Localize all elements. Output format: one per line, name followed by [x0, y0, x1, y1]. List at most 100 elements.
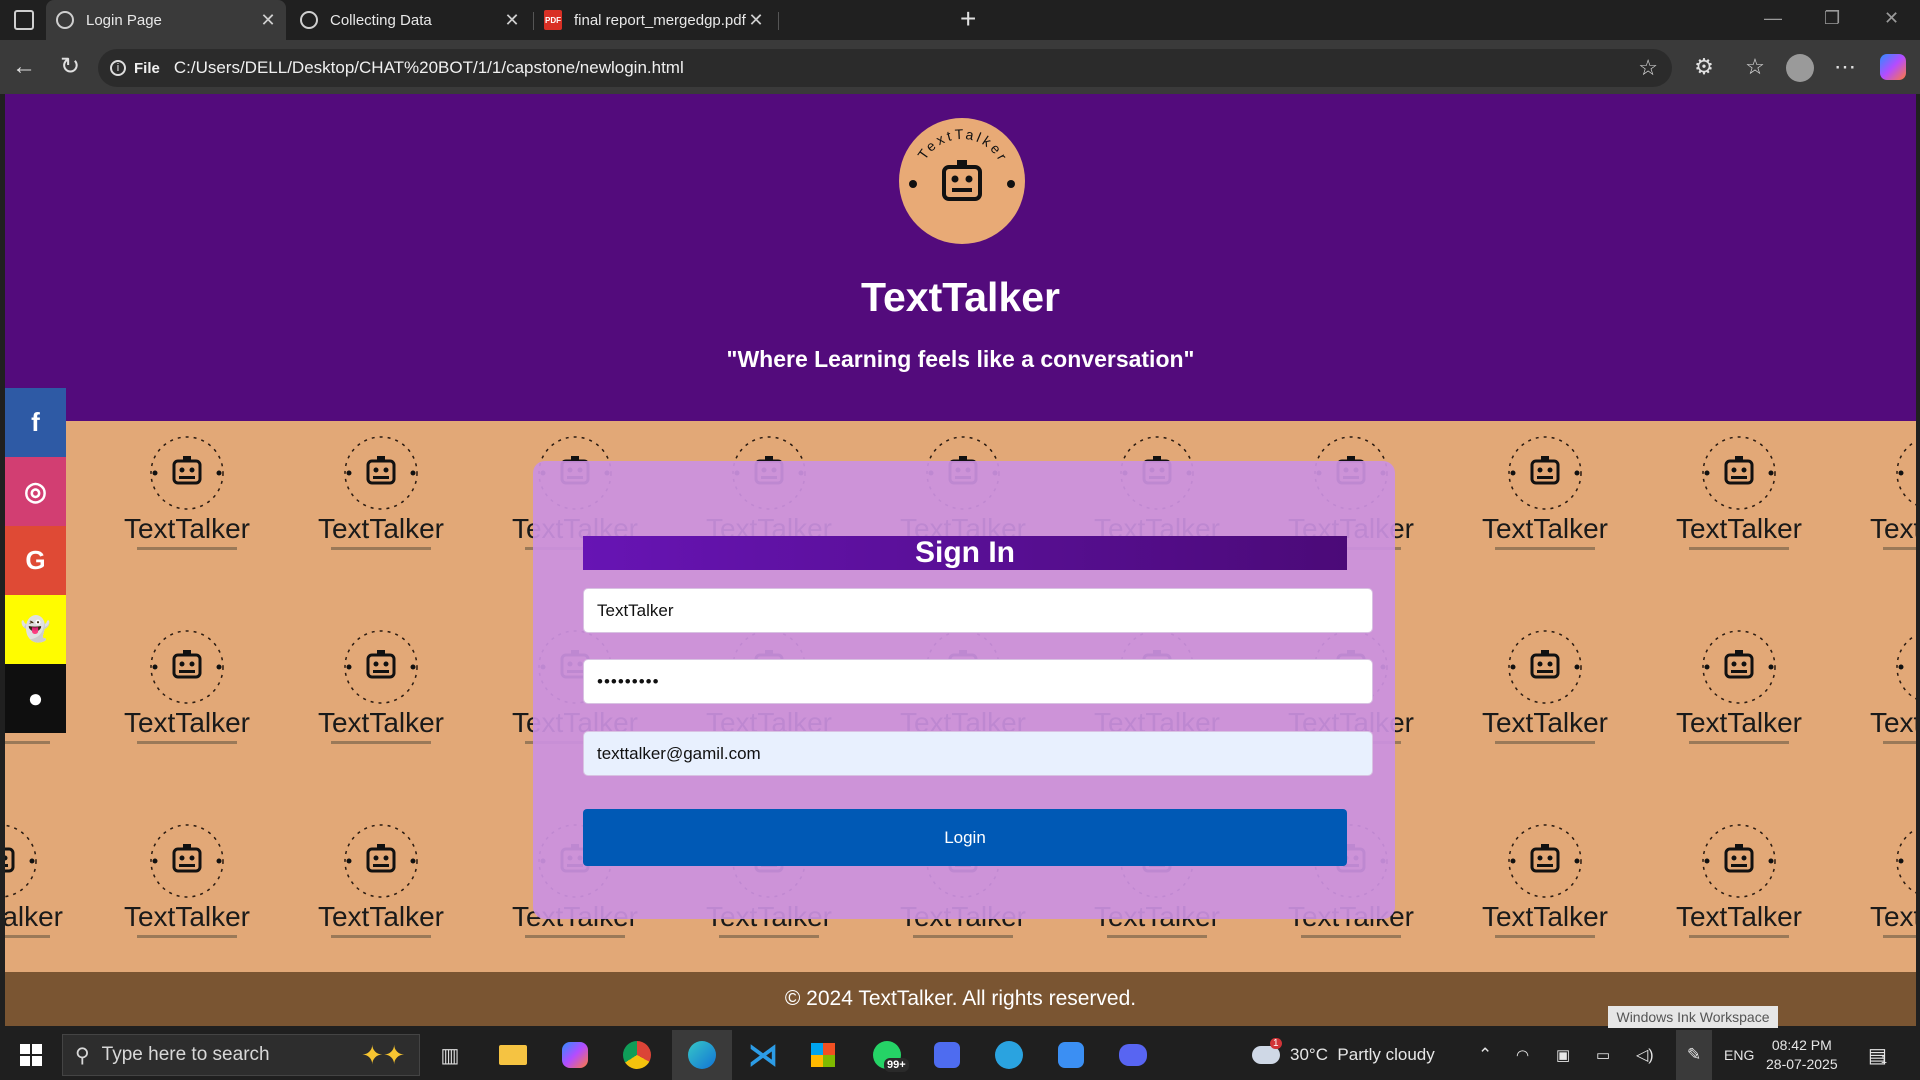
- pattern-subline: [1495, 741, 1595, 744]
- pattern-tile: TextTalker: [1649, 821, 1829, 972]
- robot-logo-icon: [150, 824, 224, 898]
- info-icon[interactable]: i: [110, 60, 126, 76]
- clock[interactable]: 08:42 PM 28-07-2025: [1766, 1030, 1838, 1080]
- language-indicator[interactable]: ENG: [1724, 1030, 1754, 1080]
- instagram-button[interactable]: ◎: [5, 457, 66, 526]
- tagline: "Where Learning feels like a conversatio…: [726, 346, 1195, 372]
- restore-icon[interactable]: ❐: [1824, 8, 1840, 29]
- file-explorer-button[interactable]: [490, 1030, 536, 1080]
- copilot-app-button[interactable]: [552, 1030, 598, 1080]
- vscode-button[interactable]: ⋊: [740, 1030, 786, 1080]
- pattern-subline: [1883, 935, 1916, 938]
- chrome-button[interactable]: [614, 1030, 660, 1080]
- extensions-icon[interactable]: ⚙: [1689, 54, 1719, 80]
- robot-logo-icon: [1702, 630, 1776, 704]
- pattern-subline: [137, 935, 237, 938]
- tab-login-page[interactable]: Login Page ✕: [46, 0, 286, 40]
- pattern-subline: [525, 935, 625, 938]
- snapchat-button[interactable]: 👻: [5, 595, 66, 664]
- sync-app-button[interactable]: [1048, 1030, 1094, 1080]
- google-icon: G: [25, 545, 46, 575]
- notifications-button[interactable]: ▤ 1: [1868, 1030, 1887, 1080]
- edge-icon: [688, 1041, 716, 1069]
- pattern-subline: [331, 935, 431, 938]
- facebook-icon: f: [31, 407, 40, 437]
- email-field[interactable]: texttalker@gamil.com: [583, 731, 1373, 776]
- copilot-icon[interactable]: [1880, 54, 1906, 80]
- search-highlight-icon: ✦✦: [361, 1039, 405, 1070]
- battery-icon[interactable]: ▭: [1596, 1030, 1610, 1080]
- pattern-label: TextTalker: [317, 707, 445, 738]
- pattern-subline: [1301, 935, 1401, 938]
- pen-workspace-icon[interactable]: ✎: [1676, 1030, 1712, 1080]
- pattern-label: TextTalker: [1481, 513, 1609, 544]
- url-text[interactable]: C:/Users/DELL/Desktop/CHAT%20BOT/1/1/cap…: [174, 58, 684, 78]
- window-close-icon[interactable]: ✕: [1884, 8, 1899, 29]
- robot-logo-icon: [1896, 634, 1916, 700]
- minimize-icon[interactable]: —: [1764, 8, 1782, 29]
- tab-final-report-pdf[interactable]: PDF final report_mergedgp.pdf ✕: [534, 0, 774, 40]
- taskbar-search-box[interactable]: ⚲ Type here to search ✦✦: [62, 1034, 420, 1076]
- robot-logo-icon: [1508, 824, 1582, 898]
- discord-icon: [1119, 1044, 1147, 1066]
- favorite-star-icon[interactable]: ☆: [1638, 55, 1658, 81]
- weather-widget[interactable]: 1 30°C Partly cloudy: [1252, 1030, 1435, 1080]
- google-button[interactable]: G: [5, 526, 66, 595]
- pattern-label: TextTalker: [1675, 901, 1803, 932]
- close-tab-icon[interactable]: ✕: [258, 10, 278, 31]
- username-field[interactable]: TextTalker: [583, 588, 1373, 633]
- telegram-button[interactable]: [986, 1030, 1032, 1080]
- pattern-label: TextTalker: [317, 513, 445, 544]
- facebook-button[interactable]: f: [5, 388, 66, 457]
- tab-collecting-data[interactable]: Collecting Data ✕: [290, 0, 530, 40]
- search-icon: ⚲: [75, 1044, 90, 1067]
- pattern-tile: TextTalker: [1649, 433, 1829, 593]
- pattern-label: TextTalker: [123, 901, 251, 932]
- task-view-button[interactable]: ▥: [430, 1030, 470, 1080]
- password-field[interactable]: •••••••••: [583, 659, 1373, 704]
- show-hidden-icons[interactable]: ⌃: [1478, 1030, 1492, 1080]
- weather-text: 30°C Partly cloudy: [1290, 1045, 1435, 1064]
- pattern-label: TextTalker: [123, 513, 251, 544]
- edge-button[interactable]: [672, 1030, 732, 1080]
- pattern-label: TextTalker: [1481, 707, 1609, 738]
- url-scheme: File: [134, 59, 160, 77]
- start-button[interactable]: [10, 1030, 52, 1080]
- favorites-icon[interactable]: ☆: [1740, 54, 1770, 80]
- tab-divider: [778, 12, 779, 30]
- snapchat-icon: 👻: [20, 616, 51, 643]
- store-button[interactable]: [800, 1030, 846, 1080]
- tab-actions-icon[interactable]: [14, 10, 34, 30]
- pattern-subline: [331, 547, 431, 550]
- whatsapp-button[interactable]: 99+: [862, 1030, 912, 1080]
- address-bar[interactable]: i File C:/Users/DELL/Desktop/CHAT%20BOT/…: [98, 49, 1672, 87]
- new-tab-button[interactable]: +: [960, 3, 976, 35]
- whatsapp-badge: 99+: [884, 1058, 909, 1072]
- more-options-icon[interactable]: ⋯: [1830, 54, 1860, 80]
- pattern-tile: TextTalker: [5, 821, 90, 972]
- github-button[interactable]: ●: [5, 664, 66, 733]
- teams-button[interactable]: [924, 1030, 970, 1080]
- reload-icon[interactable]: ↻: [54, 52, 86, 82]
- back-arrow-icon[interactable]: ←: [8, 52, 40, 82]
- close-tab-icon[interactable]: ✕: [746, 10, 766, 31]
- network-icon[interactable]: ◠: [1516, 1030, 1529, 1080]
- profile-avatar-icon[interactable]: [1786, 54, 1814, 82]
- pattern-tile: TextTalker: [1455, 433, 1635, 593]
- pattern-tile: TextTalker: [97, 627, 277, 787]
- pattern-tile: TextTalker: [291, 821, 471, 972]
- close-tab-icon[interactable]: ✕: [502, 10, 522, 31]
- camera-icon[interactable]: ▣: [1556, 1030, 1570, 1080]
- volume-icon[interactable]: ◁): [1636, 1030, 1654, 1080]
- clock-date: 28-07-2025: [1766, 1056, 1838, 1072]
- pattern-tile: TextTalker: [1649, 627, 1829, 787]
- clock-time: 08:42 PM: [1771, 1037, 1832, 1053]
- vscode-icon: ⋊: [748, 1038, 778, 1072]
- pattern-subline: [137, 547, 237, 550]
- pattern-label: TextTalker: [1869, 513, 1916, 544]
- pattern-tile: TextTalker: [1455, 821, 1635, 972]
- login-button[interactable]: Login: [583, 809, 1347, 866]
- windows-logo-icon: [20, 1044, 42, 1066]
- pattern-label: TextTalker: [123, 707, 251, 738]
- discord-button[interactable]: [1110, 1030, 1156, 1080]
